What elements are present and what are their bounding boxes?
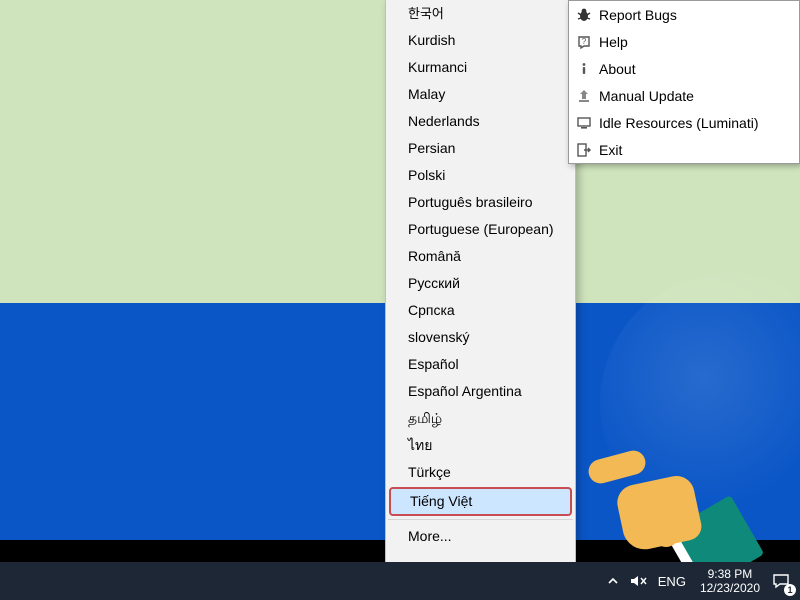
lang-item[interactable]: Portuguese (European) <box>386 216 575 243</box>
info-icon <box>569 61 599 77</box>
action-center-icon[interactable]: 1 <box>768 562 794 600</box>
tray-item-exit[interactable]: Exit <box>569 136 799 163</box>
lang-item[interactable]: Türkçe <box>386 459 575 486</box>
language-submenu: 한국어 Kurdish Kurmanci Malay Nederlands Pe… <box>385 0 576 600</box>
tray-chevron-icon[interactable] <box>600 562 626 600</box>
bug-icon <box>569 7 599 23</box>
exit-icon <box>569 142 599 158</box>
taskbar-date: 12/23/2020 <box>700 581 760 595</box>
volume-muted-icon[interactable] <box>626 562 652 600</box>
tray-context-menu: Report Bugs ? Help About Manual Update I… <box>568 0 800 164</box>
update-icon <box>569 88 599 104</box>
lang-item[interactable]: Polski <box>386 162 575 189</box>
lang-item[interactable]: Kurdish <box>386 27 575 54</box>
lang-item[interactable]: Kurmanci <box>386 54 575 81</box>
lang-item[interactable]: Persian <box>386 135 575 162</box>
tray-label: Report Bugs <box>599 7 799 23</box>
taskbar: ENG 9:38 PM 12/23/2020 1 <box>0 562 800 600</box>
lang-item[interactable]: slovenský <box>386 324 575 351</box>
tray-label: Exit <box>599 142 799 158</box>
lang-item-more[interactable]: More... <box>386 523 575 550</box>
tray-label: About <box>599 61 799 77</box>
tray-item-report-bugs[interactable]: Report Bugs <box>569 1 799 28</box>
lang-item[interactable]: Malay <box>386 81 575 108</box>
lang-item-selected[interactable]: Tiếng Việt <box>389 487 572 516</box>
notification-badge: 1 <box>784 584 796 596</box>
lang-item[interactable]: Português brasileiro <box>386 189 575 216</box>
lang-item[interactable]: ไทย <box>386 432 575 459</box>
tray-item-manual-update[interactable]: Manual Update <box>569 82 799 109</box>
lang-item[interactable]: Español <box>386 351 575 378</box>
taskbar-language[interactable]: ENG <box>652 574 692 589</box>
tray-item-help[interactable]: ? Help <box>569 28 799 55</box>
tray-item-about[interactable]: About <box>569 55 799 82</box>
lang-item[interactable]: 한국어 <box>386 0 575 27</box>
lang-item[interactable]: Español Argentina <box>386 378 575 405</box>
lang-item[interactable]: தமிழ் <box>386 405 575 432</box>
monitor-icon <box>569 115 599 131</box>
tray-label: Idle Resources (Luminati) <box>599 115 799 131</box>
lang-item[interactable]: Nederlands <box>386 108 575 135</box>
taskbar-time: 9:38 PM <box>708 567 753 581</box>
taskbar-clock[interactable]: 9:38 PM 12/23/2020 <box>692 567 768 595</box>
tray-item-idle-resources[interactable]: Idle Resources (Luminati) <box>569 109 799 136</box>
svg-text:?: ? <box>582 37 587 46</box>
menu-separator <box>388 519 573 520</box>
lang-item[interactable]: Română <box>386 243 575 270</box>
tray-label: Manual Update <box>599 88 799 104</box>
lang-item[interactable]: Српска <box>386 297 575 324</box>
tray-label: Help <box>599 34 799 50</box>
help-icon: ? <box>569 34 599 50</box>
lang-item[interactable]: Русский <box>386 270 575 297</box>
